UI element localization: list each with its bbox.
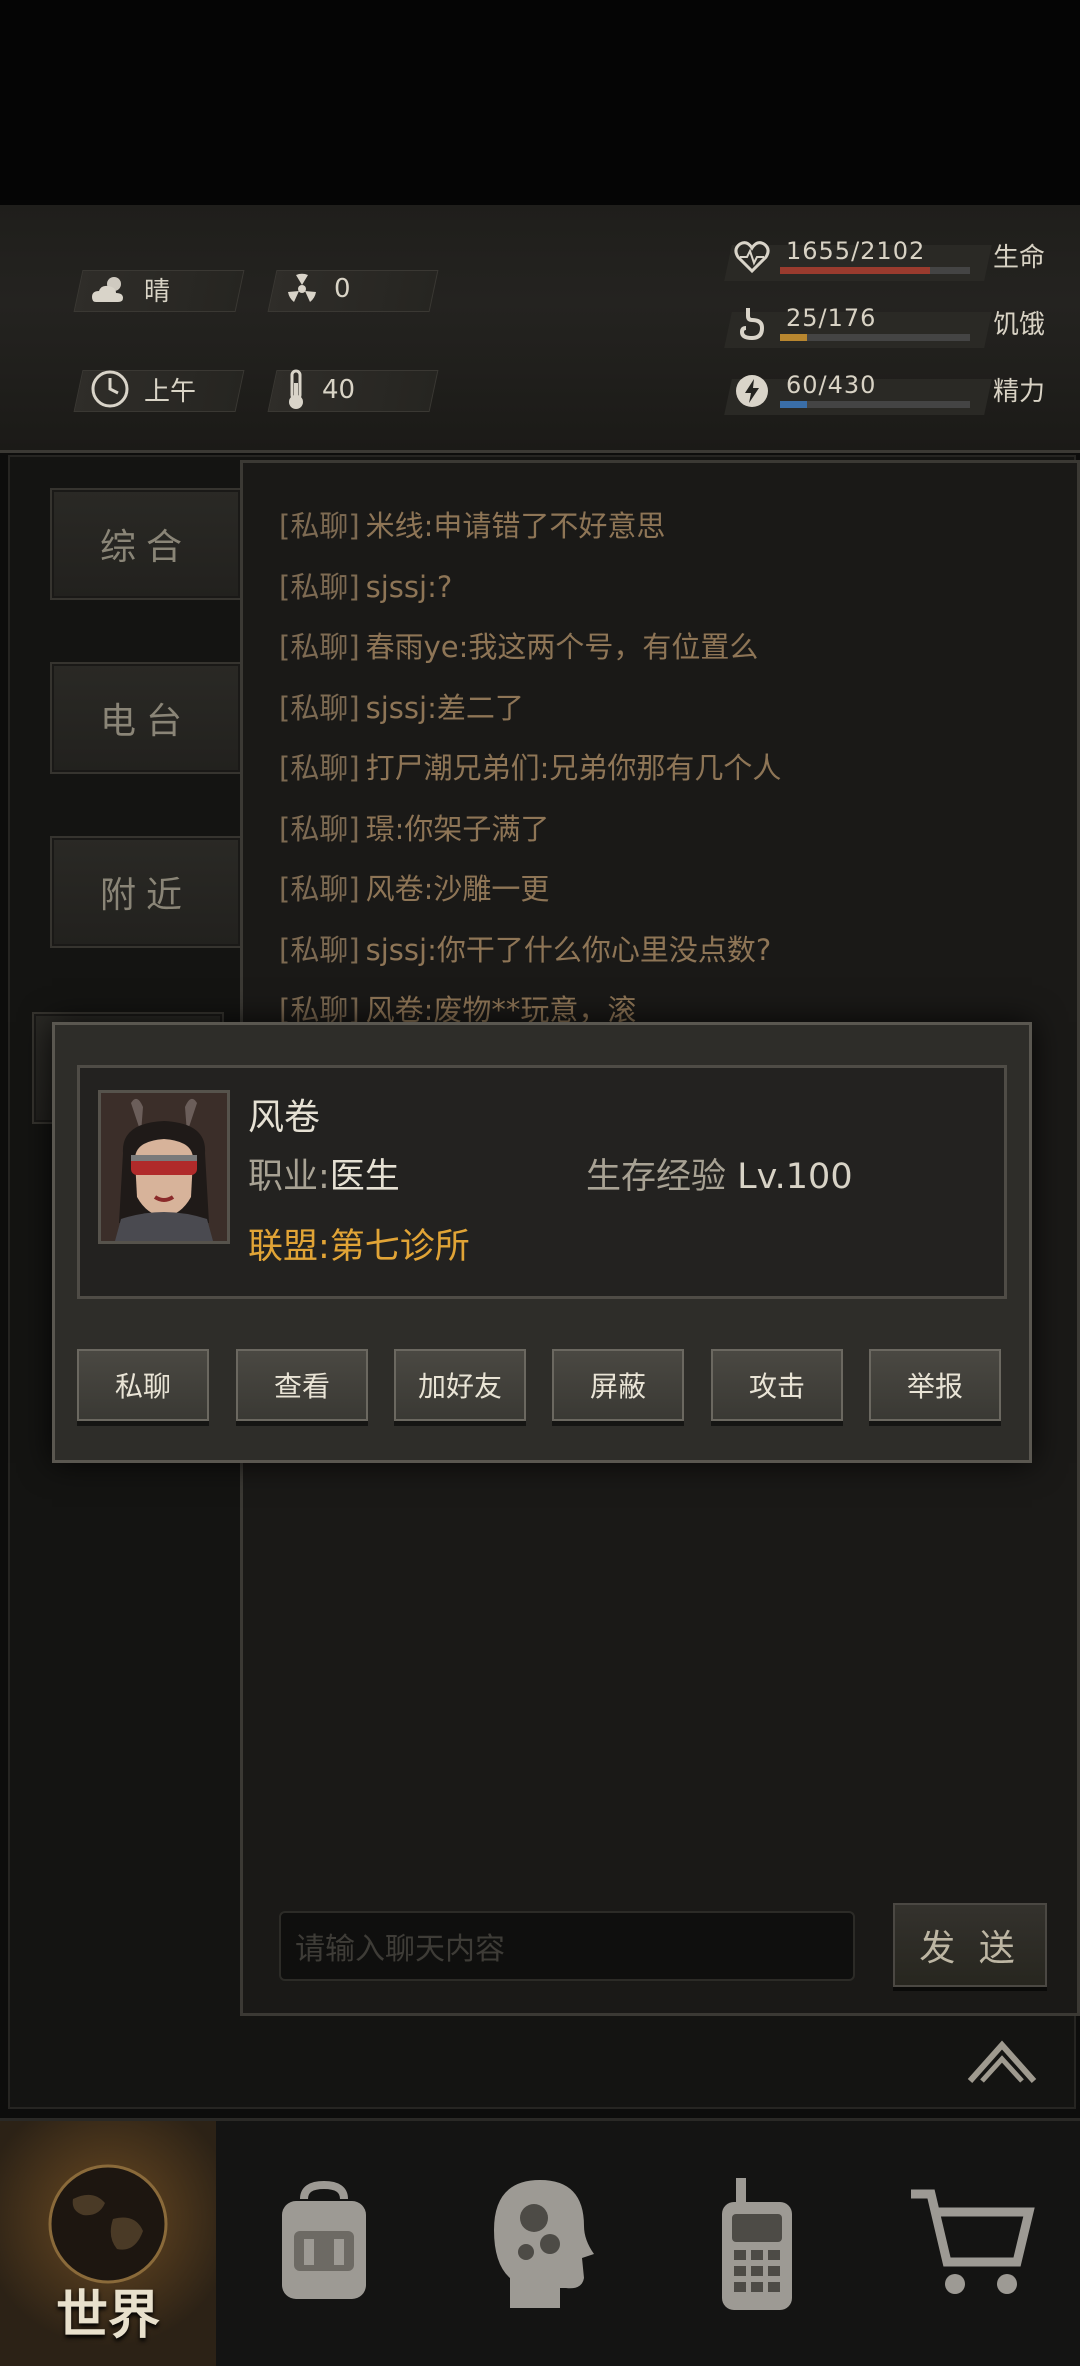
chat-input[interactable]: 请输入聊天内容 <box>279 1911 855 1981</box>
player-experience: 生存经验 Lv.100 <box>586 1148 853 1199</box>
job-label: 职业: <box>248 1157 330 1197</box>
skills-head-icon <box>494 2179 594 2308</box>
chat-message[interactable]: [私聊] 打尸潮兄弟们:兄弟你那有几个人 <box>279 745 781 787</box>
chat-message-tag: [私聊] <box>279 872 360 906</box>
clock-icon <box>91 370 129 408</box>
chat-message-text: sjssj:差二了 <box>365 690 524 725</box>
health-stat: 1655/2102 生命 <box>724 235 1058 285</box>
chat-message-text: 米线:申请错了不好意思 <box>365 509 666 543</box>
chat-message[interactable]: [私聊] 春雨ye:我这两个号，有位置么 <box>279 624 758 666</box>
player-profile: 风卷 职业:医生 生存经验 Lv.100 联盟:第七诊所 <box>77 1065 1007 1299</box>
chat-message-text: 春雨ye:我这两个号，有位置么 <box>365 630 759 664</box>
heart-icon <box>734 241 770 274</box>
report-button[interactable]: 举报 <box>869 1349 1001 1421</box>
bottom-nav: 世界 <box>0 2118 1080 2366</box>
hunger-bar <box>780 334 807 341</box>
chat-message[interactable]: [私聊] sjssj:? <box>279 564 452 606</box>
thermometer-icon <box>289 369 303 409</box>
weather-text: 晴 <box>144 277 171 307</box>
alliance-label: 联盟: <box>248 1227 330 1267</box>
player-alliance: 联盟:第七诊所 <box>248 1218 470 1269</box>
health-value: 1655/2102 <box>786 237 926 265</box>
chat-message-tag: [私聊] <box>279 630 360 664</box>
nav-world[interactable]: 世界 <box>0 2121 216 2366</box>
temperature-value: 40 <box>322 375 356 405</box>
energy-stat: 60/430 精力 <box>724 369 1058 419</box>
stomach-icon <box>739 308 765 341</box>
chat-message-tag: [私聊] <box>279 932 360 967</box>
tab-radio[interactable]: 电台 <box>50 662 242 774</box>
chat-message-text: 打尸潮兄弟们:兄弟你那有几个人 <box>365 751 782 785</box>
energy-label: 精力 <box>993 377 1046 407</box>
top-letterbox <box>0 0 1080 205</box>
chat-message[interactable]: [私聊] 风卷:沙雕一更 <box>279 866 549 908</box>
radiation-icon <box>288 273 316 302</box>
chat-message[interactable]: [私聊] sjssj:你干了什么你心里没点数? <box>279 927 771 969</box>
private-chat-button[interactable]: 私聊 <box>77 1349 209 1421</box>
energy-bar <box>780 401 807 408</box>
chat-message-text: 风卷:沙雕一更 <box>365 872 550 906</box>
chat-message-tag: [私聊] <box>279 690 360 725</box>
chat-message[interactable]: [私聊] sjssj:差二了 <box>279 685 524 727</box>
scroll-up-icon[interactable] <box>966 2035 1038 2085</box>
tab-nearby[interactable]: 附近 <box>50 836 242 948</box>
chat-message[interactable]: [私聊] 璟:你架子满了 <box>279 806 549 848</box>
time-indicator: 上午 <box>90 369 196 409</box>
tab-general[interactable]: 综合 <box>50 488 242 600</box>
nav-shop[interactable] <box>864 2121 1080 2366</box>
view-button[interactable]: 查看 <box>236 1349 368 1421</box>
chat-message-tag: [私聊] <box>279 811 360 846</box>
temperature-indicator: 40 <box>284 369 355 411</box>
nav-skills[interactable] <box>432 2121 648 2366</box>
send-button[interactable]: 发 送 <box>893 1903 1047 1987</box>
radiation-value: 0 <box>334 274 351 304</box>
chat-message-tag: [私聊] <box>279 569 360 604</box>
add-friend-button[interactable]: 加好友 <box>394 1349 526 1421</box>
player-name: 风卷 <box>248 1097 321 1138</box>
cloud-sun-icon <box>92 276 123 302</box>
status-bar: 晴 0 上午 40 1655/2102 生命 25/176 饥饿 60/430 <box>0 205 1080 620</box>
nav-backpack[interactable] <box>216 2121 432 2366</box>
attack-button[interactable]: 攻击 <box>711 1349 843 1421</box>
chat-message[interactable]: [私聊] 米线:申请错了不好意思 <box>279 503 665 545</box>
weather-indicator: 晴 <box>90 271 170 308</box>
block-button[interactable]: 屏蔽 <box>552 1349 684 1421</box>
chat-message-text: 璟:你架子满了 <box>365 811 550 846</box>
hunger-stat: 25/176 饥饿 <box>724 302 1058 352</box>
radiation-indicator: 0 <box>284 271 351 307</box>
player-job: 职业:医生 <box>248 1148 400 1199</box>
chat-message-tag: [私聊] <box>279 751 360 785</box>
exp-label: 生存经验 <box>586 1157 727 1197</box>
chat-message-text: sjssj:你干了什么你心里没点数? <box>365 932 772 967</box>
player-avatar <box>98 1090 230 1244</box>
world-icon <box>48 2164 168 2283</box>
alliance-value: 第七诊所 <box>329 1227 470 1267</box>
hunger-label: 饥饿 <box>993 310 1046 340</box>
health-label: 生命 <box>993 243 1046 273</box>
backpack-icon <box>282 2180 366 2299</box>
energy-value: 60/430 <box>786 371 877 399</box>
time-of-day-text: 上午 <box>144 376 197 407</box>
radio-phone-icon <box>722 2177 792 2310</box>
player-info-dialog: 风卷 职业:医生 生存经验 Lv.100 联盟:第七诊所 私聊 查看 加好友 屏… <box>52 1022 1032 1463</box>
exp-level: Lv.100 <box>737 1157 853 1197</box>
nav-radio[interactable] <box>648 2121 864 2366</box>
chat-message-tag: [私聊] <box>279 509 360 543</box>
health-bar <box>780 267 930 274</box>
job-value: 医生 <box>329 1157 400 1197</box>
chat-message-text: sjssj:? <box>365 569 453 604</box>
lightning-icon <box>736 375 768 407</box>
nav-world-label: 世界 <box>55 2286 160 2346</box>
shop-cart-icon <box>911 2189 1035 2294</box>
hunger-value: 25/176 <box>786 304 877 332</box>
